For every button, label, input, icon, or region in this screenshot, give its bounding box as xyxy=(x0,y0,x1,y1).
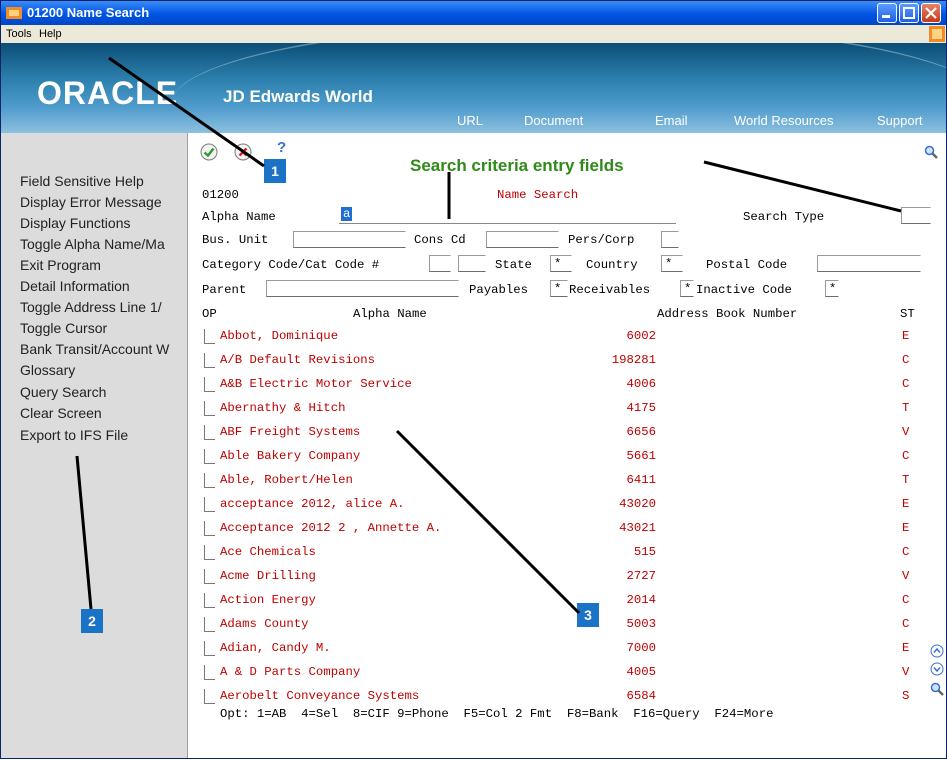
arrow-callout-2 xyxy=(75,455,93,610)
arrow-annotation-right xyxy=(703,160,902,213)
arrow-callout-3 xyxy=(395,429,581,615)
arrow-callout-1 xyxy=(108,56,265,168)
application-window: 01200 Name Search Tools Help ORACLE JD E… xyxy=(0,0,947,759)
annotation-arrows xyxy=(75,56,902,615)
